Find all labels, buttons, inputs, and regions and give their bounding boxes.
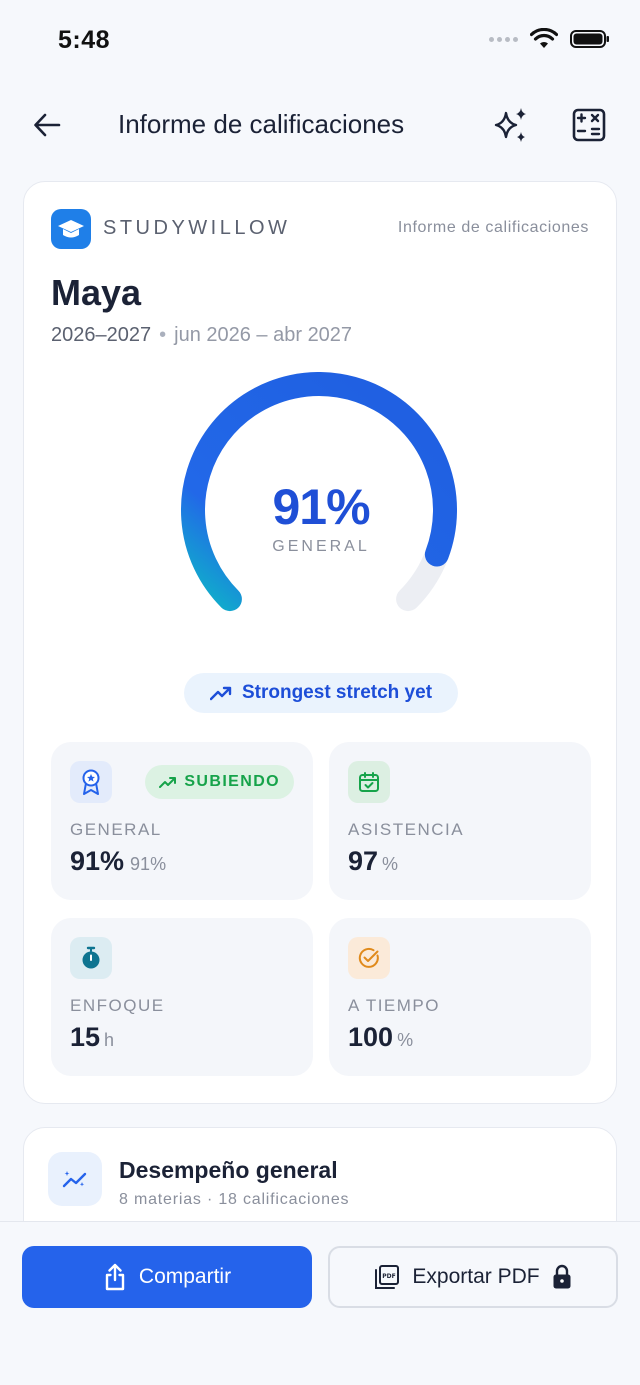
status-time: 5:48: [58, 26, 111, 54]
stat-value: 97%: [348, 846, 398, 877]
status-bar: 5:48: [0, 0, 640, 80]
svg-text:PDF: PDF: [383, 1273, 396, 1280]
page-title: Informe de calificaciones: [118, 109, 405, 139]
school-year: 2026–2027: [51, 324, 152, 346]
pdf-icon: PDF: [375, 1265, 400, 1289]
arrow-left-icon: [34, 113, 61, 137]
stat-value: 100%: [348, 1022, 413, 1053]
stat-number: 97: [348, 846, 379, 876]
stat-icon-box: [348, 937, 390, 979]
performance-title: Desempeño general: [119, 1157, 338, 1183]
stat-unit: h: [104, 1030, 115, 1050]
date-range: jun 2026 – abr 2027: [174, 324, 353, 346]
stat-number: 100: [348, 1022, 394, 1052]
share-button-label: Compartir: [138, 1265, 232, 1288]
check-circle-icon: [358, 947, 379, 968]
calculator-icon: [572, 108, 606, 142]
gauge-label: GENERAL: [272, 538, 370, 555]
back-button[interactable]: [28, 106, 66, 144]
trending-up-icon: [209, 686, 232, 701]
stat-card-general: SUBIENDO GENERAL 91% 91%: [51, 742, 313, 900]
stat-number: 91%: [70, 846, 125, 876]
report-type-label: Informe de calificaciones: [397, 219, 589, 236]
brand-logo: [51, 209, 91, 249]
award-icon: [82, 769, 100, 795]
stat-icon-box: [70, 761, 112, 803]
trending-up-icon: [159, 777, 177, 788]
stat-icon-box: [70, 937, 112, 979]
calendar-check-icon: [359, 772, 379, 792]
nav-bar: Informe de calificaciones: [0, 96, 640, 154]
stat-card-attendance: ASISTENCIA 97%: [329, 742, 591, 900]
stat-label: GENERAL: [70, 820, 162, 839]
wifi-icon: [530, 28, 558, 48]
report-card: STUDYWILLOW Informe de calificaciones Ma…: [23, 181, 617, 1104]
sparkles-icon: [494, 108, 526, 142]
status-icons: [489, 28, 610, 50]
share-icon: [105, 1263, 125, 1291]
stat-icon-box: [348, 761, 390, 803]
ai-insights-button[interactable]: [490, 104, 532, 146]
performance-icon-box: [48, 1152, 102, 1206]
sparkline-chart-icon: [62, 1171, 87, 1188]
stat-label: A TIEMPO: [348, 996, 440, 1015]
highlight-pill: Strongest stretch yet: [184, 673, 458, 713]
battery-icon: [570, 30, 609, 48]
calculator-button[interactable]: [568, 104, 610, 146]
report-period: 2026–2027 • jun 2026 – abr 2027: [51, 324, 352, 347]
stat-value: 91% 91%: [70, 846, 166, 877]
stat-unit: %: [382, 854, 399, 874]
brand-name: STUDYWILLOW: [103, 217, 291, 239]
graduation-cap-icon: [58, 220, 84, 238]
stat-label: ASISTENCIA: [348, 820, 465, 839]
export-button-label: Exportar PDF: [412, 1265, 540, 1288]
gauge-value: 91%: [272, 479, 370, 535]
trend-badge-text: SUBIENDO: [184, 773, 280, 790]
bottom-action-bar: Compartir PDF Exportar PDF: [0, 1221, 640, 1385]
stopwatch-icon: [82, 946, 100, 969]
stat-card-focus: ENFOQUE 15 h: [51, 918, 313, 1076]
export-pdf-button[interactable]: PDF Exportar PDF: [328, 1246, 618, 1308]
stat-card-on-time: A TIEMPO 100%: [329, 918, 591, 1076]
student-name: Maya: [51, 272, 142, 313]
performance-subtitle: 8 materias · 18 calificaciones: [119, 1191, 350, 1208]
cellular-signal-icon: [489, 36, 518, 42]
trend-badge: SUBIENDO: [145, 765, 294, 799]
highlight-text: Strongest stretch yet: [241, 682, 433, 703]
lock-icon: [553, 1264, 571, 1289]
stat-number: 15: [70, 1022, 101, 1052]
stat-label: ENFOQUE: [70, 996, 165, 1015]
stat-unit: %: [397, 1030, 414, 1050]
stat-value: 15 h: [70, 1022, 114, 1053]
share-button[interactable]: Compartir: [22, 1246, 312, 1308]
stat-unit: 91%: [130, 854, 167, 874]
separator-dot: •: [159, 324, 167, 346]
